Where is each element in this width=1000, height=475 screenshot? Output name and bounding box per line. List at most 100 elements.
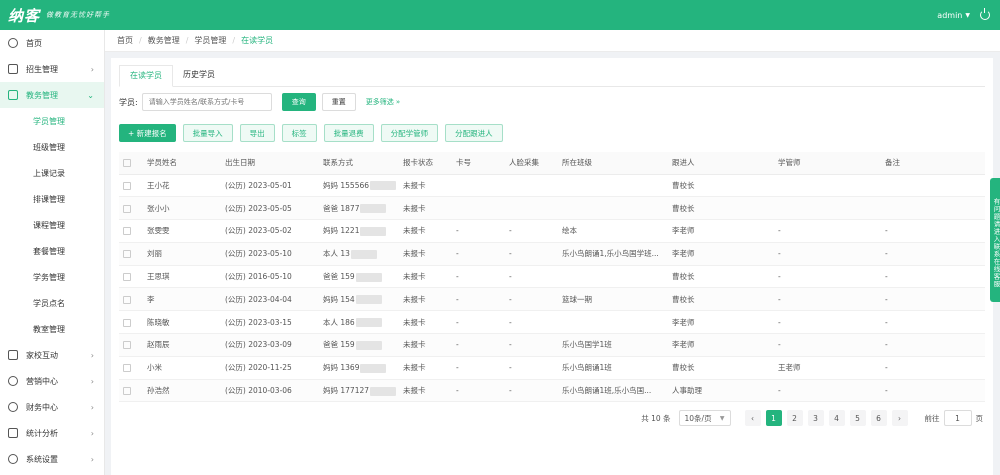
- cell-face: -: [505, 310, 558, 335]
- row-checkbox[interactable]: [123, 227, 131, 236]
- student-tabs: 在读学员 历史学员: [119, 65, 985, 87]
- search-input[interactable]: [141, 93, 272, 111]
- sidebar-sub-item-schedule[interactable]: 排课管理: [0, 186, 104, 212]
- cell-text: 李老师: [672, 317, 695, 327]
- cell-card: -: [452, 356, 505, 380]
- row-checkbox[interactable]: [123, 318, 131, 327]
- redacted-phone: [370, 386, 397, 396]
- cell-name[interactable]: 李: [143, 287, 221, 312]
- row-checkbox[interactable]: [123, 364, 131, 373]
- sidebar-item-settings[interactable]: 系统设置 ›: [0, 446, 104, 472]
- cell-birth: (公历) 2020-11-25: [221, 356, 319, 380]
- logout-icon[interactable]: [980, 8, 990, 20]
- tab-history-students[interactable]: 历史学员: [173, 65, 225, 86]
- next-page-button[interactable]: ›: [891, 410, 908, 426]
- sidebar-item-enrollment[interactable]: 招生管理 ›: [0, 56, 104, 82]
- cell-text: 未报卡: [403, 226, 426, 236]
- table-row: 刘丽 (公历) 2023-05-10 本人 13 未报卡 - - 乐小鸟朗诵1,乐小鸟国学班…: [119, 242, 985, 266]
- cell-note: -: [881, 219, 985, 243]
- cell-name[interactable]: 张小小: [143, 196, 221, 221]
- sidebar-sub-item-lessons[interactable]: 上课记录: [0, 160, 104, 186]
- cell-class: [558, 310, 668, 335]
- tag-button[interactable]: 标签: [281, 124, 317, 142]
- sidebar-item-statistics[interactable]: 统计分析 ›: [0, 420, 104, 446]
- assign-follower-button[interactable]: 分配跟进人: [445, 124, 503, 142]
- batch-refund-button[interactable]: 批量退费: [323, 124, 374, 142]
- breadcrumb-separator: /: [232, 36, 236, 45]
- cell-name[interactable]: 孙浩然: [143, 379, 221, 403]
- sidebar-sub-item-rollcall[interactable]: 学员点名: [0, 290, 104, 316]
- goto-page-input[interactable]: 1: [943, 410, 972, 426]
- cell-text: (公历) 2023-05-01: [225, 180, 292, 190]
- page-size-select[interactable]: 10条/页 ▼: [678, 410, 731, 426]
- row-checkbox[interactable]: [123, 204, 131, 213]
- page-button[interactable]: 5: [849, 410, 866, 426]
- redacted-phone: [360, 204, 387, 214]
- cell-name[interactable]: 赵雨辰: [143, 333, 221, 357]
- batch-import-button[interactable]: 批量导入: [182, 124, 233, 142]
- row-checkbox[interactable]: [123, 181, 131, 190]
- breadcrumb-students[interactable]: 学员管理: [194, 35, 226, 46]
- cell-name[interactable]: 小米: [143, 356, 221, 380]
- select-all-checkbox[interactable]: [123, 159, 131, 168]
- row-checkbox[interactable]: [123, 250, 131, 259]
- cell-text: 李老师: [672, 226, 695, 236]
- sidebar-sub-item-students[interactable]: 学员管理: [0, 108, 104, 134]
- row-checkbox[interactable]: [123, 387, 131, 396]
- chevron-down-icon[interactable]: ▼: [965, 12, 970, 19]
- user-menu[interactable]: admin: [937, 11, 962, 20]
- cell-card: -: [452, 287, 505, 312]
- tab-current-students[interactable]: 在读学员: [119, 65, 173, 87]
- cell-text: (公历) 2023-05-05: [225, 203, 292, 213]
- cell-contact: 妈妈 154: [319, 287, 399, 312]
- online-service-tab[interactable]: 有问题请进入联系在线客服: [990, 178, 1000, 302]
- sidebar-item-label: 系统设置: [26, 454, 58, 464]
- row-checkbox[interactable]: [123, 273, 131, 282]
- new-enrollment-button[interactable]: + 新建报名: [119, 124, 176, 142]
- breadcrumb-academic[interactable]: 教务管理: [148, 35, 180, 46]
- sidebar-sub-item-packages[interactable]: 套餐管理: [0, 238, 104, 264]
- search-button[interactable]: 查询: [281, 93, 316, 111]
- breadcrumb-home[interactable]: 首页: [117, 35, 133, 46]
- assign-manager-button[interactable]: 分配学管师: [380, 124, 439, 142]
- sidebar-item-finance[interactable]: 财务中心 ›: [0, 394, 104, 420]
- prev-page-button[interactable]: ‹: [744, 410, 761, 426]
- logo-slogan: 做教育无忧好帮手: [46, 11, 111, 19]
- page-button[interactable]: 1: [765, 410, 782, 426]
- cell-status: 未报卡: [399, 379, 452, 403]
- cell-name[interactable]: 刘丽: [143, 242, 221, 266]
- row-checkbox[interactable]: [123, 341, 131, 350]
- cell-note: [881, 174, 985, 198]
- row-select-cell: [119, 265, 143, 289]
- reset-button[interactable]: 重置: [321, 93, 356, 111]
- cell-name[interactable]: 张雯雯: [143, 219, 221, 243]
- page-button[interactable]: 6: [870, 410, 887, 426]
- page-button[interactable]: 2: [786, 410, 803, 426]
- page-button[interactable]: 4: [828, 410, 845, 426]
- cell-text: 未报卡: [403, 203, 426, 213]
- cell-manager: -: [774, 242, 881, 266]
- sidebar-sub-item-affairs[interactable]: 学务管理: [0, 264, 104, 290]
- more-filter-link[interactable]: 更多筛选 »: [366, 97, 401, 107]
- sidebar-item-home[interactable]: 首页: [0, 30, 104, 56]
- cell-face: -: [505, 219, 558, 243]
- sidebar-item-home-school[interactable]: 家校互动 ›: [0, 342, 104, 368]
- page-button[interactable]: 3: [807, 410, 824, 426]
- export-button[interactable]: 导出: [239, 124, 275, 142]
- cell-name[interactable]: 陈晓敏: [143, 310, 221, 335]
- sidebar-sub-item-courses[interactable]: 课程管理: [0, 212, 104, 238]
- sidebar-item-academic[interactable]: 教务管理 ⌄: [0, 82, 104, 108]
- sidebar-sub-item-classes[interactable]: 班级管理: [0, 134, 104, 160]
- sidebar-item-marketing[interactable]: 营销中心 ›: [0, 368, 104, 394]
- cell-text: 曹校长: [672, 272, 695, 282]
- logo[interactable]: 纳客 做教育无忧好帮手: [8, 5, 110, 26]
- cell-text: 本人 13: [323, 249, 350, 259]
- sidebar-sub-item-classrooms[interactable]: 教室管理: [0, 316, 104, 342]
- cell-name[interactable]: 王思琪: [143, 265, 221, 289]
- row-checkbox[interactable]: [123, 295, 131, 304]
- sidebar: 首页 招生管理 › 教务管理 ⌄ 学员管理 班级管理 上课记录 排课管理 课程管…: [0, 30, 105, 475]
- cell-text: 人事助理: [672, 386, 702, 396]
- cell-card: -: [452, 242, 505, 266]
- breadcrumb-separator: /: [139, 36, 142, 45]
- cell-name[interactable]: 王小花: [143, 174, 221, 198]
